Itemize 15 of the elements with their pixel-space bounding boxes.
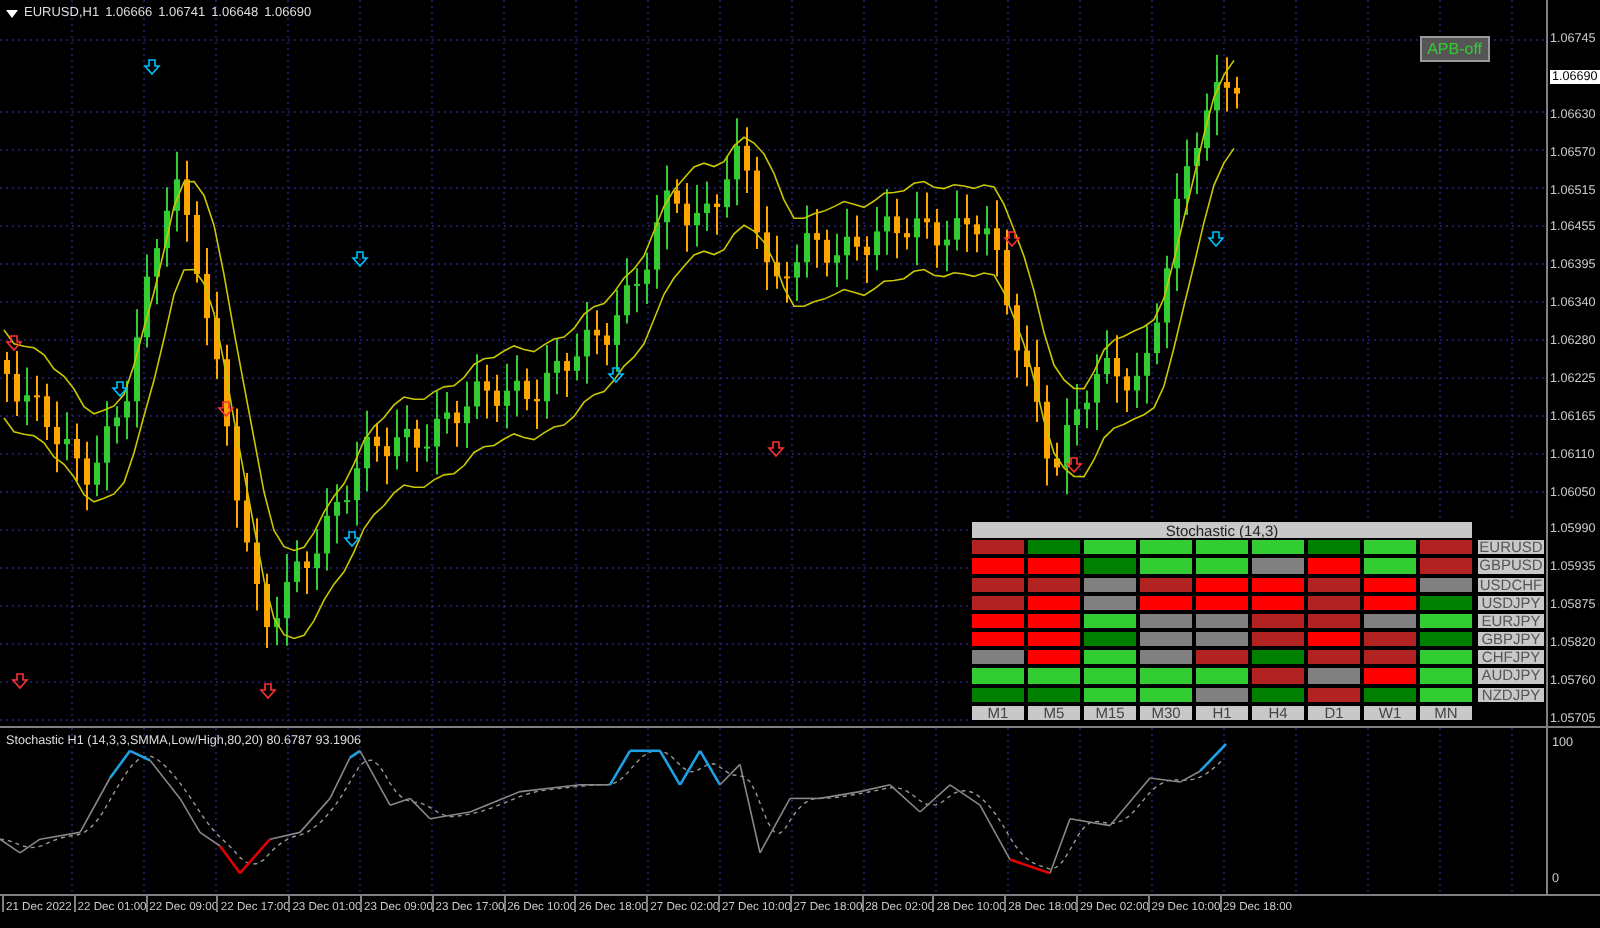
dropdown-triangle-icon[interactable] <box>6 9 18 17</box>
apb-button[interactable]: APB-off <box>1419 36 1490 62</box>
down-arrow-icon <box>111 381 129 398</box>
down-arrow-icon <box>351 251 369 268</box>
down-arrow-icon <box>767 441 785 458</box>
down-arrow-icon <box>1207 231 1225 248</box>
down-arrow-icon <box>1065 457 1083 474</box>
down-arrow-icon <box>217 401 235 418</box>
down-arrow-icon <box>259 683 277 700</box>
down-arrow-icon <box>5 335 23 352</box>
down-arrow-icon <box>143 59 161 76</box>
down-arrow-icon <box>11 673 29 690</box>
down-arrow-icon <box>343 531 361 548</box>
down-arrow-icon <box>1003 231 1021 248</box>
down-arrow-icon <box>607 367 625 384</box>
